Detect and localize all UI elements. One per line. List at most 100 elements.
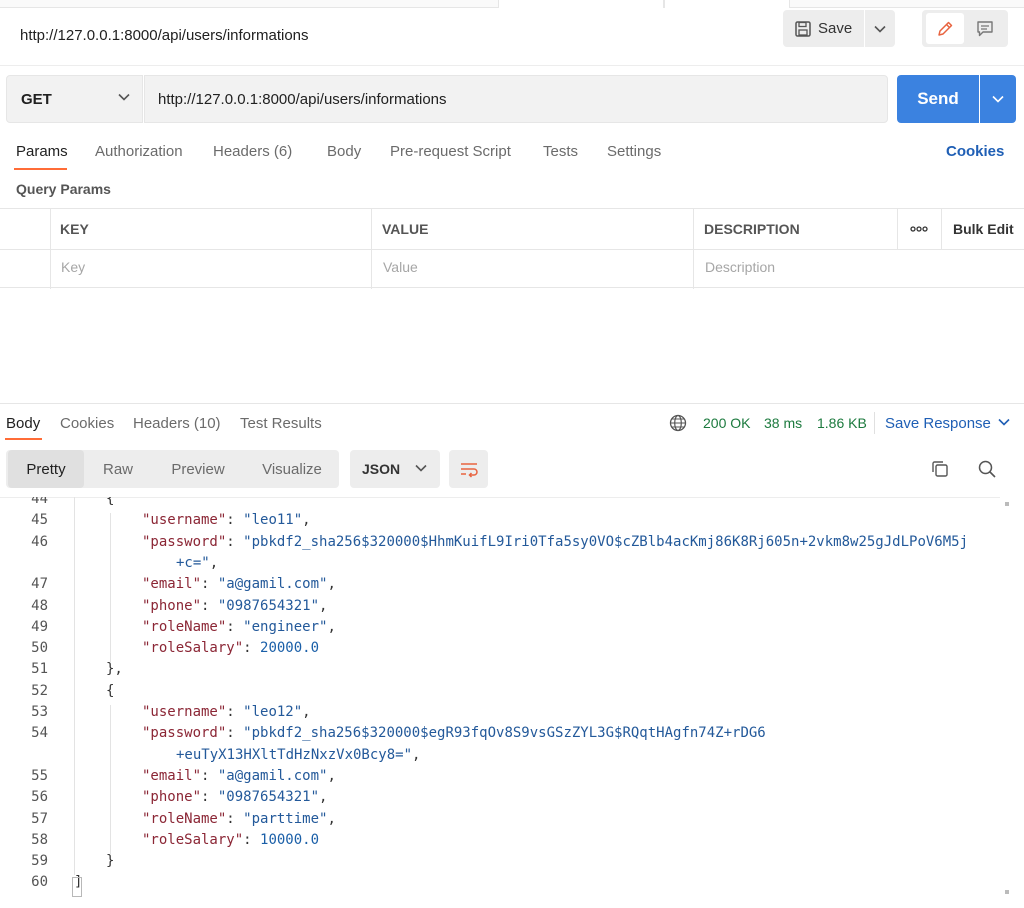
request-name[interactable]: http://127.0.0.1:8000/api/users/informat…	[20, 27, 309, 44]
view-preview-button[interactable]: Preview	[158, 450, 238, 488]
scroll-up-arrow[interactable]	[1005, 502, 1009, 506]
response-time[interactable]: 38 ms	[764, 415, 802, 431]
tab-pre-request-script[interactable]: Pre-request Script	[390, 143, 511, 160]
tab-authorization[interactable]: Authorization	[95, 143, 183, 160]
json-punctuation: :	[226, 618, 244, 635]
tab-params[interactable]: Params	[16, 143, 68, 160]
divider	[874, 412, 875, 434]
column-divider	[897, 209, 898, 249]
line-content: "email": "a@gamil.com",	[142, 768, 336, 784]
code-line: 50 "roleSalary": 20000.0	[0, 640, 1000, 661]
json-punctuation: :	[226, 533, 244, 550]
line-content: "roleSalary": 20000.0	[142, 640, 319, 656]
indent-guide	[110, 513, 111, 663]
response-body-viewer[interactable]: 44 {45 "username": "leo11", 46 "password": "…	[0, 497, 1000, 901]
json-punctuation: :	[201, 576, 218, 593]
json-punctuation: ,	[327, 576, 336, 593]
json-punctuation: ,	[302, 512, 311, 529]
more-options-icon[interactable]	[910, 226, 928, 232]
line-number: 59	[31, 853, 48, 870]
response-tab-cookies[interactable]: Cookies	[60, 415, 114, 432]
column-divider	[693, 209, 694, 289]
line-number: 54	[31, 725, 48, 742]
json-string: "a@gamil.com"	[217, 767, 328, 784]
line-content: "password": "pbkdf2_sha256$320000$egR93f…	[142, 725, 766, 741]
json-string: "engineer"	[243, 618, 328, 635]
line-number: 45	[31, 512, 48, 529]
save-label: Save	[818, 20, 853, 37]
code-line: 48 "phone": "0987654321",	[0, 598, 1000, 619]
json-number: 20000.0	[260, 640, 320, 657]
vertical-scrollbar[interactable]	[1002, 497, 1012, 901]
json-punctuation: ,	[327, 810, 336, 827]
status-code[interactable]: 200 OK	[703, 415, 750, 431]
open-tab[interactable]	[498, 0, 664, 8]
send-options-button[interactable]	[980, 75, 1016, 123]
json-punctuation: {	[106, 497, 115, 507]
tab-settings[interactable]: Settings	[607, 143, 661, 160]
line-number: 51	[31, 661, 48, 678]
line-number: 53	[31, 704, 48, 720]
format-select[interactable]: JSON	[350, 450, 440, 488]
response-tab-headers[interactable]: Headers (10)	[133, 415, 221, 432]
globe-icon[interactable]	[669, 414, 687, 432]
tab-strip	[0, 0, 1024, 8]
copy-icon[interactable]	[930, 459, 950, 479]
chevron-down-icon	[415, 464, 427, 472]
code-line: +c=",	[0, 555, 1000, 576]
line-number: 57	[31, 810, 48, 827]
send-button[interactable]: Send	[897, 75, 979, 123]
chevron-down-icon[interactable]	[998, 418, 1010, 426]
line-number: 60	[31, 874, 48, 891]
code-line: 53 "username": "leo12",	[0, 704, 1000, 725]
json-string: +euTyX13HXltTdHzNxzVx0Bcy8="	[176, 746, 413, 763]
json-key: "roleName"	[142, 618, 227, 635]
url-input[interactable]: http://127.0.0.1:8000/api/users/informat…	[144, 75, 888, 123]
json-punctuation: :	[226, 810, 244, 827]
open-tab[interactable]	[664, 0, 790, 8]
json-key: "email"	[142, 576, 202, 593]
value-input[interactable]: Value	[383, 259, 418, 275]
view-raw-button[interactable]: Raw	[90, 450, 146, 488]
line-number: 44	[31, 497, 48, 507]
line-content: "roleName": "engineer",	[142, 619, 336, 635]
line-number: 55	[31, 767, 48, 784]
response-tab-test-results[interactable]: Test Results	[240, 415, 322, 432]
json-key: "email"	[142, 767, 202, 784]
view-visualize-button[interactable]: Visualize	[250, 450, 334, 488]
save-response-button[interactable]: Save Response	[885, 415, 991, 432]
view-pretty-button[interactable]: Pretty	[8, 450, 84, 488]
save-options-button[interactable]	[865, 10, 895, 47]
json-punctuation: },	[106, 661, 123, 678]
bulk-edit-button[interactable]: Bulk Edit	[953, 221, 1014, 237]
tab-body[interactable]: Body	[327, 143, 361, 160]
wrap-lines-button[interactable]	[449, 450, 488, 488]
column-header-value: VALUE	[382, 221, 429, 237]
json-punctuation: ,	[327, 767, 336, 784]
search-icon[interactable]	[977, 459, 997, 479]
json-punctuation: :	[226, 725, 244, 742]
line-number: 48	[31, 597, 48, 614]
json-punctuation: ,	[327, 618, 336, 635]
line-number: 50	[31, 640, 48, 657]
save-button[interactable]: Save	[783, 10, 864, 47]
chevron-down-icon	[992, 95, 1004, 103]
column-header-key: KEY	[60, 221, 89, 237]
scroll-down-arrow[interactable]	[1005, 890, 1009, 894]
code-line: 47 "email": "a@gamil.com",	[0, 576, 1000, 597]
key-input[interactable]: Key	[61, 259, 85, 275]
tab-tests[interactable]: Tests	[543, 143, 578, 160]
line-number: 47	[31, 576, 48, 593]
method-select[interactable]: GET	[6, 75, 143, 123]
line-content: "phone": "0987654321",	[142, 598, 327, 614]
json-key: "username"	[142, 512, 227, 529]
description-input[interactable]: Description	[705, 259, 775, 275]
response-tab-body[interactable]: Body	[6, 415, 40, 432]
edit-mode-button[interactable]	[926, 13, 964, 44]
cookies-link[interactable]: Cookies	[946, 143, 1004, 160]
response-size[interactable]: 1.86 KB	[817, 415, 867, 431]
tab-headers[interactable]: Headers (6)	[213, 143, 292, 160]
comment-mode-button[interactable]	[966, 13, 1004, 44]
json-string: "pbkdf2_sha256$320000$egR93fqOv8S9vsGSzZ…	[243, 725, 766, 742]
code-line: 56 "phone": "0987654321",	[0, 789, 1000, 810]
